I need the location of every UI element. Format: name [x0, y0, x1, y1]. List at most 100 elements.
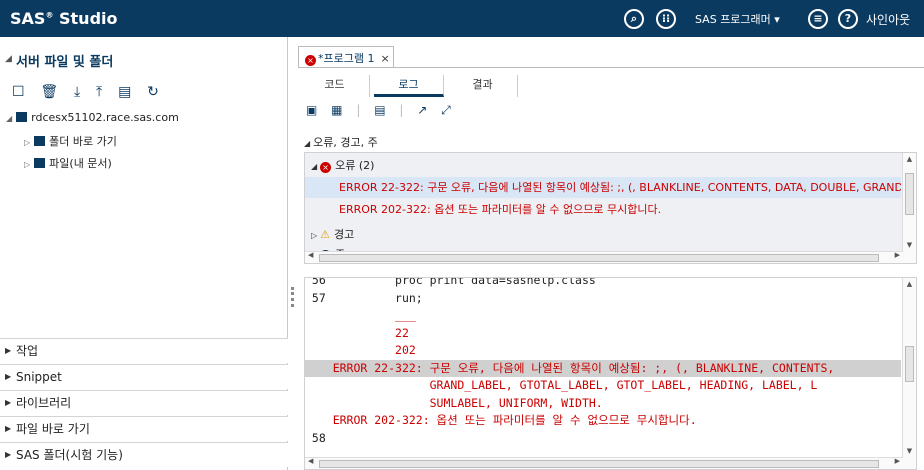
program-tab[interactable]: × *프로그램 1 × [298, 46, 394, 68]
tab-log[interactable]: 로그 [374, 75, 444, 97]
expanded-arrow-icon: ◢ [6, 114, 13, 123]
scroll-thumb[interactable] [319, 254, 879, 262]
error-message-item[interactable]: ERROR 22-322: 구문 오류, 다음에 나열된 항목이 예상됨: ;,… [305, 177, 901, 198]
log-line-number: 58 [305, 430, 333, 445]
log-line-text: proc print data=sashelp.class [332, 277, 596, 287]
mode-dropdown[interactable]: SAS 프로그래머 ▾ [695, 11, 780, 27]
log-line-number [305, 308, 333, 322]
log-line-text: run; [332, 290, 423, 305]
section-tasks[interactable]: ▶ 작업 [0, 338, 288, 363]
messages-vertical-scrollbar[interactable]: ▲ ▼ [902, 153, 916, 263]
warning-icon: ⚠ [320, 228, 331, 241]
server-icon [16, 112, 28, 122]
new-file-icon[interactable]: ☐ [12, 84, 25, 100]
section-arrow-icon: ▶ [5, 424, 12, 433]
log-line: 57 run; [305, 290, 901, 307]
search-icon[interactable]: ⌕ [624, 9, 644, 29]
log-line-number [305, 378, 333, 392]
log-line-text: GRAND_LABEL, GTOTAL_LABEL, GTOT_LABEL, H… [332, 378, 818, 392]
save-icon[interactable]: ▣ [306, 103, 317, 117]
editor-pane: × *프로그램 1 × 코드 로그 결과 ▣ ▦ | ▤ | ↗ ⤢ ◢ 오류, 경고… [298, 37, 924, 470]
log-line-text: SUMLABEL, UNIFORM, WIDTH. [332, 395, 603, 410]
upload-icon[interactable]: ⤒ [96, 84, 102, 100]
scroll-up-icon[interactable]: ▲ [903, 280, 916, 288]
properties-icon[interactable]: ▤ [118, 84, 131, 100]
tab-code[interactable]: 코드 [300, 75, 370, 97]
log-line-number [305, 326, 333, 340]
log-horizontal-scrollbar[interactable]: ◀ ▶ [305, 457, 903, 469]
collapsed-arrow-icon: ▷ [24, 138, 31, 147]
log-line-number [305, 343, 333, 357]
apps-icon[interactable]: ⁝⁝ [656, 9, 676, 29]
log-line: ERROR 22-322: 구문 오류, 다음에 나열된 항목이 예상됨: ;,… [305, 359, 901, 377]
delete-icon[interactable]: 🗑 [40, 84, 58, 100]
section-arrow-icon: ▶ [5, 346, 12, 355]
refresh-icon[interactable]: ↻ [147, 84, 159, 100]
file-toolbar: ☐ 🗑 ⤓ ⤒ ▤ ↻ [12, 84, 282, 104]
error-message-item[interactable]: ERROR 202-322: 옵션 또는 파라미터를 알 수 없으므로 무시합니… [305, 199, 901, 220]
signout-link[interactable]: 사인아웃 [866, 11, 910, 28]
expanded-arrow-icon: ◢ [304, 139, 311, 148]
app-logo: SAS® Studio [10, 9, 118, 28]
section-libraries[interactable]: ▶ 라이브러리 [0, 390, 288, 415]
error-icon: × [320, 162, 332, 173]
tab-divider [298, 67, 924, 68]
export-icon[interactable]: ▦ [331, 103, 342, 117]
warnings-group[interactable]: ▷ ⚠ 경고 [311, 226, 354, 242]
download-icon[interactable]: ⤓ [74, 84, 80, 100]
section-arrow-icon: ▶ [5, 450, 12, 459]
collapsed-arrow-icon: ▷ [311, 231, 318, 240]
scroll-right-icon[interactable]: ▶ [895, 251, 900, 259]
messages-horizontal-scrollbar[interactable]: ◀ ▶ [305, 251, 903, 263]
tree-server-node[interactable]: ◢ rdcesx51102.race.sas.com [6, 111, 179, 124]
popout-icon[interactable]: ↗ [417, 103, 427, 117]
scroll-right-icon[interactable]: ▶ [895, 457, 900, 465]
server-files-header[interactable]: ◢ 서버 파일 및 폴더 [0, 51, 288, 73]
log-vertical-scrollbar[interactable]: ▲ ▼ [902, 278, 916, 469]
log-line: SUMLABEL, UNIFORM, WIDTH. [305, 395, 901, 412]
log-line-number [305, 396, 333, 410]
log-line-number: 57 [305, 290, 333, 305]
tree-folder-shortcuts[interactable]: ▷ 폴더 바로 가기 [24, 133, 117, 149]
menu-icon[interactable]: ≡ [808, 9, 828, 29]
section-sas-folders[interactable]: ▶ SAS 폴더(시험 기능) [0, 442, 288, 467]
error-status-icon: × [305, 55, 316, 66]
scroll-up-icon[interactable]: ▲ [903, 155, 916, 163]
pane-splitter[interactable] [289, 37, 297, 470]
app-header: SAS® Studio ⌕ ⁝⁝ SAS 프로그래머 ▾ ≡ ? 사인아웃 [0, 0, 924, 37]
errors-group[interactable]: ◢ × 오류 (2) [311, 157, 374, 173]
messages-header[interactable]: ◢ 오류, 경고, 주 [304, 134, 378, 150]
view-tabs: 코드 로그 결과 [298, 75, 924, 97]
expanded-arrow-icon: ◢ [311, 162, 318, 171]
section-file-shortcuts[interactable]: ▶ 파일 바로 가기 [0, 416, 288, 441]
tree-my-files[interactable]: ▷ 파일(내 문서) [24, 155, 112, 171]
scroll-left-icon[interactable]: ◀ [308, 251, 313, 259]
log-line: 58 [305, 430, 901, 447]
log-line: ___ [305, 307, 901, 324]
log-line-number [305, 413, 333, 427]
maximize-icon[interactable]: ⤢ [441, 103, 451, 118]
close-tab-icon[interactable]: × [380, 52, 389, 65]
scroll-thumb[interactable] [905, 346, 914, 382]
tab-results[interactable]: 결과 [448, 75, 518, 97]
log-line-number: 56 [305, 277, 333, 287]
log-line: GRAND_LABEL, GTOTAL_LABEL, GTOT_LABEL, H… [305, 377, 901, 394]
scroll-down-icon[interactable]: ▼ [903, 447, 916, 455]
collapse-arrow-icon: ◢ [5, 54, 12, 64]
log-line-text: ERROR 22-322: 구문 오류, 다음에 나열된 항목이 예상됨: ;,… [332, 360, 835, 375]
log-line-text: 22 [332, 325, 409, 340]
log-toolbar: ▣ ▦ | ▤ | ↗ ⤢ [306, 103, 451, 118]
log-viewer: 58 ERROR 202-322: 옵션 또는 파라미터를 알 수 없으므로 무… [304, 277, 917, 470]
log-line: 56 proc print data=sashelp.class [305, 277, 901, 289]
scroll-thumb[interactable] [319, 460, 879, 468]
log-line-text: ERROR 202-322: 옵션 또는 파라미터를 알 수 없으므로 무시합니… [332, 413, 697, 427]
log-line-text: 202 [332, 343, 416, 357]
scroll-thumb[interactable] [905, 173, 914, 215]
scroll-left-icon[interactable]: ◀ [308, 457, 313, 465]
section-arrow-icon: ▶ [5, 398, 12, 407]
help-icon[interactable]: ? [838, 9, 858, 29]
print-icon[interactable]: ▤ [374, 103, 385, 117]
scroll-down-icon[interactable]: ▼ [903, 241, 916, 249]
section-snippets[interactable]: ▶ Snippet [0, 364, 288, 389]
my-files-icon [34, 158, 46, 168]
